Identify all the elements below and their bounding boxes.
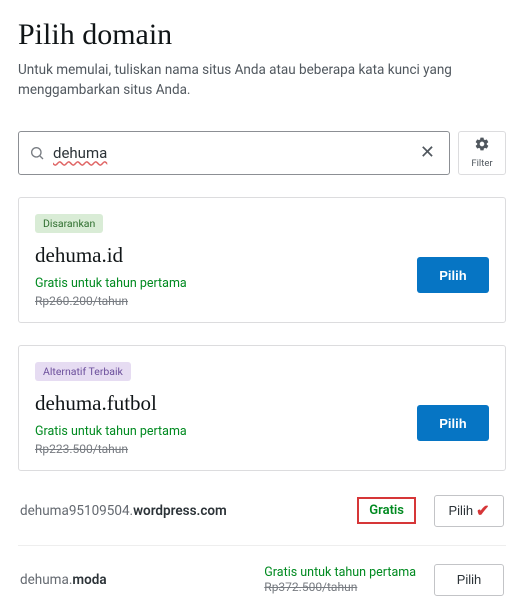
old-price: Rp372.500/tahun xyxy=(264,580,416,594)
domain-name: dehuma.moda xyxy=(20,572,264,588)
filter-label: Filter xyxy=(471,158,492,169)
free-year-text: Gratis untuk tahun pertama xyxy=(264,565,416,580)
select-button[interactable]: Pilih xyxy=(434,564,504,596)
domain-list-row: dehuma95109504.wordpress.com Gratis Pili… xyxy=(18,477,506,546)
gear-icon xyxy=(474,136,490,156)
gratis-badge: Gratis xyxy=(357,497,416,524)
domain-list-row: dehuma.moda Gratis untuk tahun pertama R… xyxy=(18,546,506,602)
domain-name: dehuma.futbol xyxy=(35,391,187,416)
page-title: Pilih domain xyxy=(18,18,506,52)
free-year-text: Gratis untuk tahun pertama xyxy=(35,424,187,439)
select-button[interactable]: Pilih xyxy=(417,405,489,441)
domain-name: dehuma.id xyxy=(35,243,187,268)
suggestion-card: Disarankan dehuma.id Gratis untuk tahun … xyxy=(18,197,506,323)
clear-icon[interactable]: ✕ xyxy=(416,138,439,167)
domain-name: dehuma95109504.wordpress.com xyxy=(20,503,357,519)
badge-recommended: Disarankan xyxy=(35,214,103,233)
check-icon: ✔ xyxy=(476,501,489,521)
suggestion-card: Alternatif Terbaik dehuma.futbol Gratis … xyxy=(18,345,506,471)
free-year-text: Gratis untuk tahun pertama xyxy=(35,276,187,291)
select-button[interactable]: Pilih ✔ xyxy=(434,495,504,527)
search-input[interactable]: dehuma xyxy=(53,144,234,162)
page-subtitle: Untuk memulai, tuliskan nama situs Anda … xyxy=(18,60,506,101)
old-price: Rp223.500/tahun xyxy=(35,442,187,456)
select-button[interactable]: Pilih xyxy=(417,257,489,293)
search-icon xyxy=(29,145,45,161)
badge-best-alt: Alternatif Terbaik xyxy=(35,362,131,381)
old-price: Rp260.200/tahun xyxy=(35,294,187,308)
search-box[interactable]: dehuma ✕ xyxy=(18,131,450,175)
filter-button[interactable]: Filter xyxy=(458,131,506,175)
